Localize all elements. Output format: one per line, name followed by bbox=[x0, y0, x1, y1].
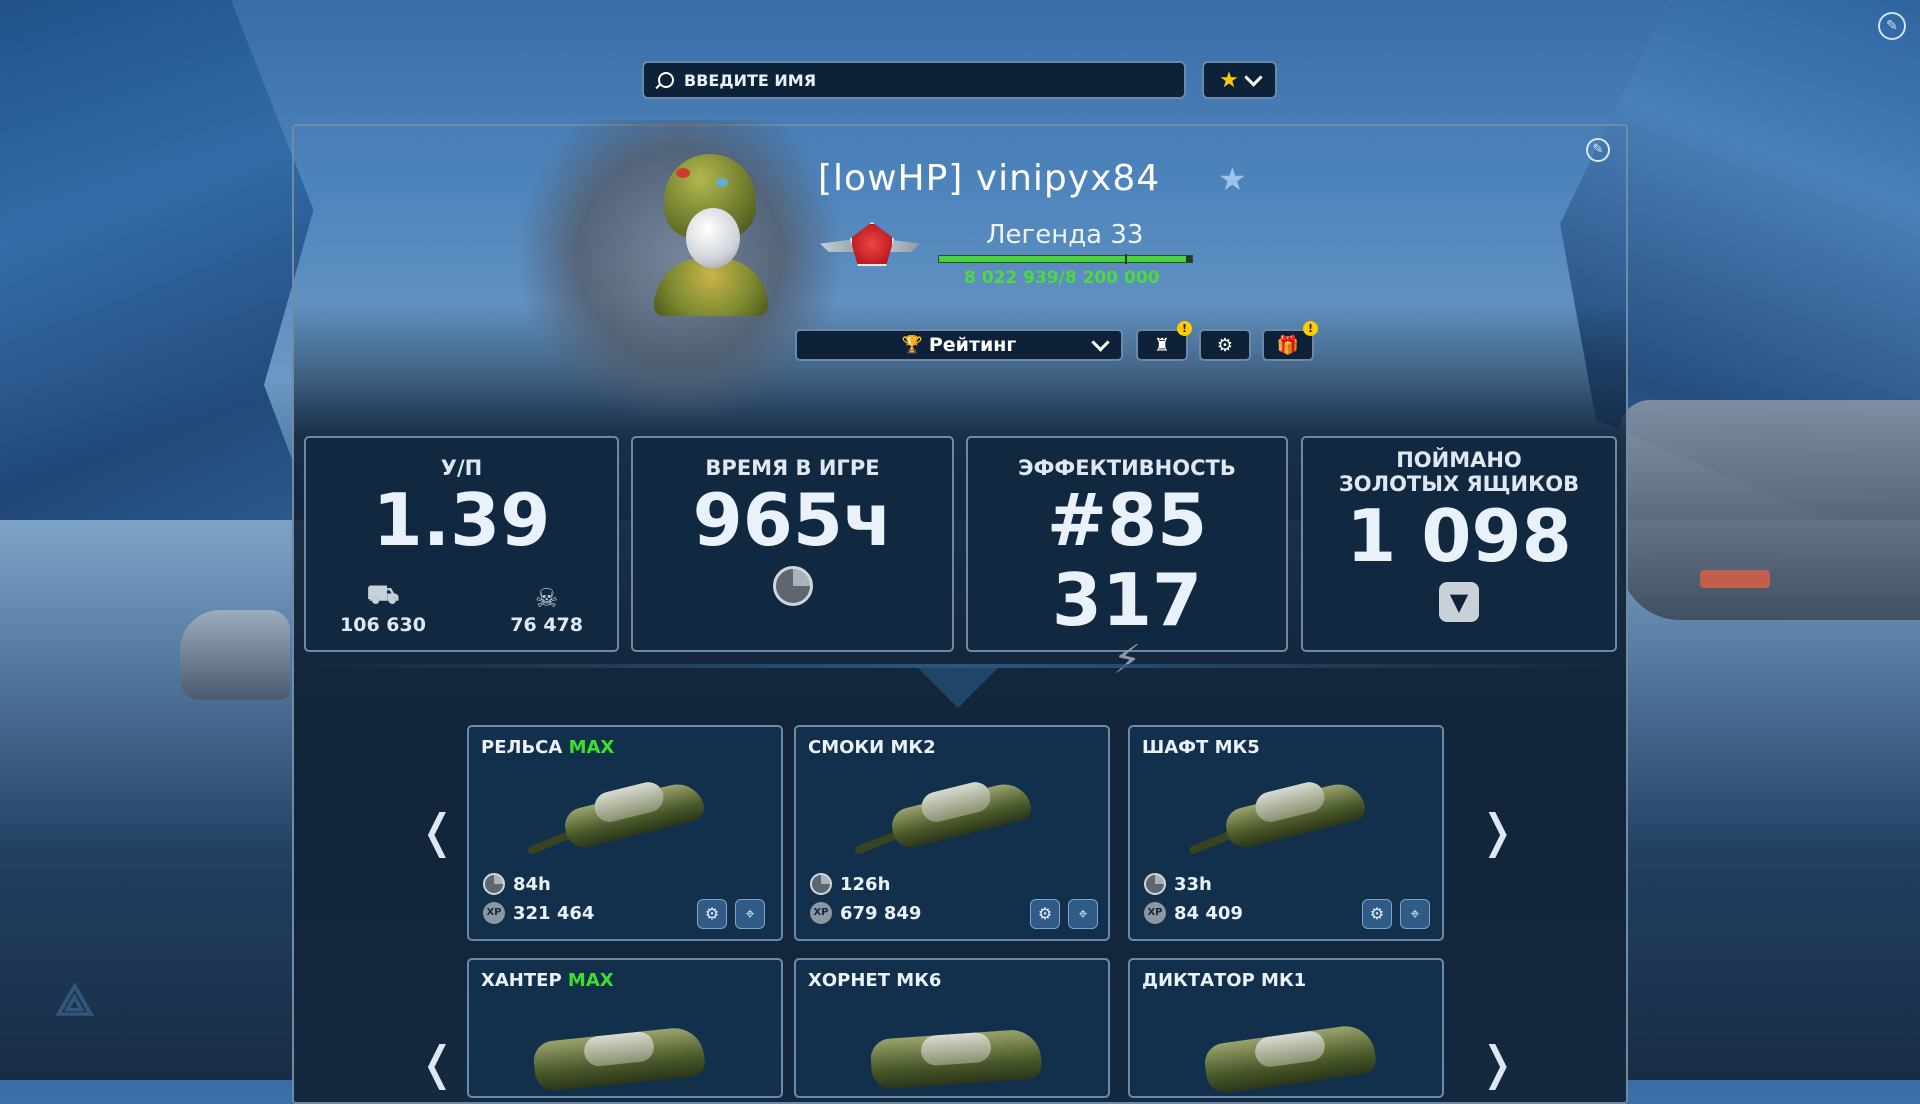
clock-pie-icon bbox=[810, 873, 832, 895]
background-tank-right bbox=[1620, 400, 1920, 620]
gift-icon: 🎁 bbox=[1276, 334, 1300, 356]
clock-pie-icon bbox=[1144, 873, 1166, 895]
turret-image bbox=[524, 765, 724, 856]
deaths-count: ☠ 76 478 bbox=[510, 584, 583, 636]
clan-icon: ♜ bbox=[1153, 334, 1171, 356]
hull-image bbox=[851, 1004, 1051, 1094]
stat-label: ВРЕМЯ В ИГРЕ bbox=[705, 456, 880, 480]
game-logo: ⟁ bbox=[55, 975, 95, 1026]
equipment-name: СМОКИ МК2 bbox=[808, 737, 936, 758]
trophy-icon: 🏆 bbox=[901, 335, 923, 355]
edit-icon[interactable]: ✎ bbox=[1878, 12, 1906, 40]
skull-icon: ☠ bbox=[534, 584, 559, 614]
stat-kd-ratio: У/П 1.39 ⛟ 106 630 ☠ 76 478 bbox=[304, 436, 619, 652]
stat-playtime: ВРЕМЯ В ИГРЕ 965ч bbox=[631, 436, 954, 652]
hulls-prev-arrow[interactable]: ❬ bbox=[418, 1040, 457, 1086]
stat-value: 1 098 bbox=[1346, 494, 1572, 578]
favorite-star-icon[interactable]: ★ bbox=[1218, 160, 1247, 198]
equipment-name: РЕЛЬСА MAX bbox=[481, 737, 615, 758]
hull-image bbox=[524, 1004, 724, 1094]
augment-crosshair-icon[interactable]: ⌖ bbox=[1400, 899, 1430, 929]
equipment-name: ШАФТ МК5 bbox=[1142, 737, 1260, 758]
equipment-name: ХАНТЕР MAX bbox=[481, 970, 614, 991]
settings-button[interactable]: ⚙ bbox=[1199, 329, 1251, 361]
stat-gold-boxes: ПОЙМАНО ЗОЛОТЫХ ЯЩИКОВ 1 098 ▼ bbox=[1301, 436, 1617, 652]
experience-progress-fill bbox=[939, 256, 1187, 262]
equipment-name: ХОРНЕТ МК6 bbox=[808, 970, 942, 991]
chevron-down-icon bbox=[1244, 68, 1263, 87]
stat-value: 965ч bbox=[692, 478, 893, 562]
gear-icon: ⚙ bbox=[1216, 334, 1234, 356]
hull-card[interactable]: ХОРНЕТ МК6 bbox=[794, 958, 1110, 1098]
playtime-row: 126h bbox=[810, 873, 890, 895]
rating-dropdown[interactable]: 🏆 Рейтинг bbox=[795, 329, 1123, 361]
turrets-next-arrow[interactable]: ❭ bbox=[1478, 808, 1517, 854]
clock-pie-icon bbox=[483, 873, 505, 895]
rank-title: Легенда 33 bbox=[986, 220, 1144, 250]
alert-badge: ! bbox=[1303, 321, 1318, 336]
player-nickname: [lowHP] vinipyx84 bbox=[818, 158, 1161, 199]
background-tank-left bbox=[180, 610, 290, 700]
favorites-filter-dropdown[interactable]: ★ bbox=[1202, 61, 1277, 99]
tank-destroyed-icon: ⛟ bbox=[366, 580, 400, 610]
selection-pointer bbox=[918, 668, 998, 708]
hull-card[interactable]: ХАНТЕР MAX bbox=[467, 958, 783, 1098]
rating-dropdown-label: Рейтинг bbox=[928, 334, 1017, 356]
turret-card[interactable]: СМОКИ МК2 126h XP 679 849 ⚙ ⌖ bbox=[794, 725, 1110, 941]
kills-count: ⛟ 106 630 bbox=[340, 580, 426, 636]
chevron-down-icon bbox=[1091, 333, 1110, 352]
gold-box-icon: ▼ bbox=[1439, 582, 1479, 622]
search-input[interactable] bbox=[682, 69, 1166, 91]
xp-icon: XP bbox=[483, 902, 505, 924]
stat-value: 1.39 bbox=[372, 478, 551, 562]
augment-gear-icon[interactable]: ⚙ bbox=[1362, 899, 1392, 929]
edit-profile-icon[interactable]: ✎ bbox=[1586, 138, 1610, 162]
turret-image bbox=[1185, 765, 1385, 856]
xp-icon: XP bbox=[1144, 902, 1166, 924]
search-icon bbox=[658, 72, 674, 88]
augment-crosshair-icon[interactable]: ⌖ bbox=[735, 899, 765, 929]
experience-row: XP 84 409 bbox=[1144, 902, 1243, 924]
clock-pie-icon bbox=[772, 566, 813, 606]
xp-icon: XP bbox=[810, 902, 832, 924]
stat-label: У/П bbox=[440, 456, 483, 480]
lightning-icon: ⚡ bbox=[1112, 637, 1142, 683]
augment-gear-icon[interactable]: ⚙ bbox=[1030, 899, 1060, 929]
avatar bbox=[646, 148, 776, 318]
experience-value: 8 022 939/8 200 000 bbox=[964, 268, 1160, 288]
hull-card[interactable]: ДИКТАТОР МК1 bbox=[1128, 958, 1444, 1098]
clan-button[interactable]: ♜ ! bbox=[1136, 321, 1192, 361]
star-icon: ★ bbox=[1219, 67, 1239, 93]
rank-insignia-icon bbox=[820, 212, 920, 282]
gift-button[interactable]: 🎁 ! bbox=[1262, 321, 1318, 361]
augment-gear-icon[interactable]: ⚙ bbox=[697, 899, 727, 929]
playtime-row: 84h bbox=[483, 873, 551, 895]
hull-image bbox=[1185, 1004, 1385, 1096]
alert-badge: ! bbox=[1177, 321, 1192, 336]
equipment-name: ДИКТАТОР МК1 bbox=[1142, 970, 1307, 991]
turret-card[interactable]: РЕЛЬСА MAX 84h XP 321 464 ⚙ ⌖ bbox=[467, 725, 783, 941]
experience-row: XP 679 849 bbox=[810, 902, 921, 924]
augment-crosshair-icon[interactable]: ⌖ bbox=[1068, 899, 1098, 929]
stat-label: ЭФФЕКТИВНОСТЬ bbox=[1018, 456, 1236, 480]
hulls-next-arrow[interactable]: ❭ bbox=[1478, 1040, 1517, 1086]
stat-efficiency: ЭФФЕКТИВНОСТЬ #85 317 ⚡ bbox=[966, 436, 1288, 680]
turret-card[interactable]: ШАФТ МК5 33h XP 84 409 ⚙ ⌖ bbox=[1128, 725, 1444, 941]
stat-label: ПОЙМАНО ЗОЛОТЫХ ЯЩИКОВ bbox=[1338, 448, 1580, 496]
playtime-row: 33h bbox=[1144, 873, 1212, 895]
experience-row: XP 321 464 bbox=[483, 902, 594, 924]
player-search-field[interactable] bbox=[642, 61, 1186, 99]
stat-value: #85 317 bbox=[1046, 478, 1208, 642]
turret-image bbox=[851, 765, 1051, 856]
turrets-prev-arrow[interactable]: ❬ bbox=[418, 808, 457, 854]
experience-progress-bar bbox=[938, 254, 1193, 264]
